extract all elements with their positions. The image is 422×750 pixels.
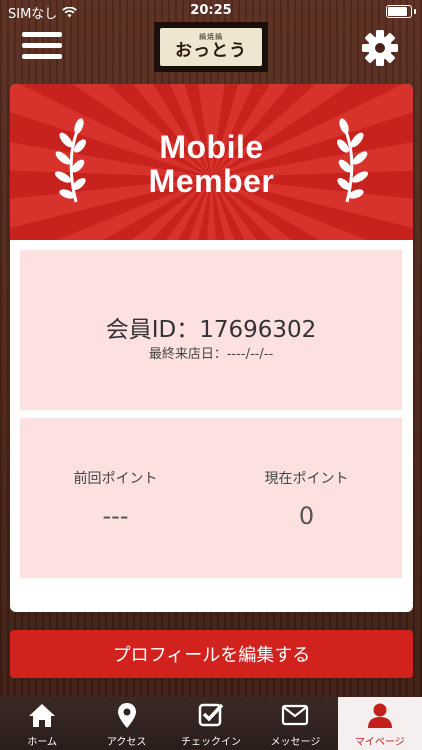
bottom-tab-bar: ホーム アクセス チェックイン メッセージ マイページ: [0, 697, 422, 750]
current-points-label: 現在ポイント: [264, 471, 349, 487]
tab-access[interactable]: アクセス: [84, 697, 168, 750]
app-header: 鍋焼鍋 おっとう: [0, 22, 422, 72]
tab-home-label: ホーム: [27, 737, 58, 748]
tab-messages[interactable]: メッセージ: [253, 697, 337, 750]
previous-points-value: ---: [102, 502, 129, 530]
tab-home[interactable]: ホーム: [0, 697, 84, 750]
laurel-right-icon: [337, 118, 369, 203]
edit-profile-button[interactable]: プロフィールを編集する: [10, 630, 413, 678]
member-id-panel: 会員ID：17696302 最終来店日：----/--/--: [20, 250, 402, 410]
battery-icon: [386, 5, 412, 18]
logo-subtitle: 鍋焼鍋: [199, 33, 223, 41]
member-banner: Mobile Member: [10, 84, 413, 240]
menu-line: [22, 32, 62, 37]
mail-icon: [282, 704, 309, 726]
previous-points: 前回ポイント ---: [20, 468, 211, 530]
tab-mypage[interactable]: マイページ: [337, 697, 422, 750]
tab-checkin-label: チェックイン: [181, 737, 242, 748]
current-points: 現在ポイント 0: [211, 468, 402, 530]
gear-icon: [362, 30, 398, 66]
restaurant-logo: 鍋焼鍋 おっとう: [154, 22, 268, 72]
settings-button[interactable]: [360, 28, 400, 68]
last-visit-date: 最終来店日：----/--/--: [148, 347, 274, 362]
logo-title: おっとう: [175, 41, 247, 61]
status-time: 20:25: [190, 3, 232, 18]
logo-plate: 鍋焼鍋 おっとう: [160, 28, 262, 66]
member-card: Mobile Member 会員ID：17696302 最終来店日：----/-…: [10, 84, 413, 612]
user-icon: [367, 703, 392, 728]
checkin-icon: [198, 703, 224, 727]
tab-access-label: アクセス: [106, 737, 147, 748]
tab-mypage-label: マイページ: [354, 737, 405, 748]
status-bar: SIMなし 20:25: [0, 0, 422, 22]
home-icon: [29, 704, 56, 727]
current-points-value: 0: [298, 502, 315, 530]
hamburger-menu-button[interactable]: [22, 28, 62, 64]
tab-checkin[interactable]: チェックイン: [169, 697, 253, 750]
previous-points-label: 前回ポイント: [73, 471, 158, 487]
menu-line: [22, 43, 62, 48]
map-pin-icon: [117, 703, 136, 728]
points-panel: 前回ポイント --- 現在ポイント 0: [20, 418, 402, 578]
member-id: 会員ID：17696302: [105, 317, 317, 343]
menu-line: [22, 54, 62, 59]
battery-tip: [414, 9, 416, 14]
tab-messages-label: メッセージ: [270, 737, 321, 748]
